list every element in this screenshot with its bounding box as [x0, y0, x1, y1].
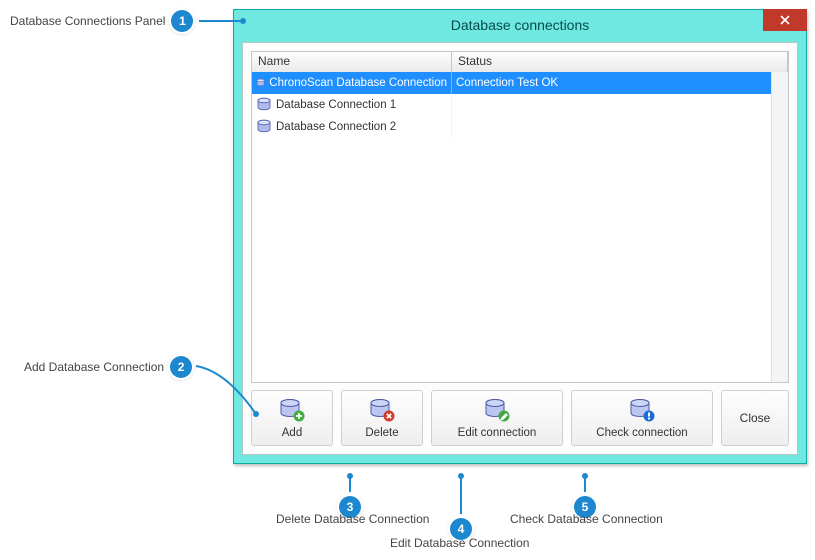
cell-status-text: Connection Test OK [456, 77, 558, 89]
close-button[interactable]: Close [721, 390, 789, 446]
grid-body: ChronoScan Database Connection Connection… [252, 72, 772, 382]
col-status[interactable]: Status [452, 52, 788, 72]
annotation-2-bubble: 2 [170, 356, 192, 378]
add-button[interactable]: Add [251, 390, 333, 446]
col-name[interactable]: Name [252, 52, 452, 72]
cell-name: ChronoScan Database Connection [252, 72, 452, 94]
client-area: Name Status ChronoScan Database Connecti… [242, 42, 798, 455]
toolbar: Add Delete [251, 390, 789, 446]
annotation-3-text: Delete Database Connection [276, 512, 429, 526]
cell-status: Connection Test OK [452, 72, 772, 94]
table-row[interactable]: Database Connection 2 [252, 116, 772, 138]
annotation-3-connector [344, 474, 356, 492]
annotation-4-bubble: 4 [450, 518, 472, 540]
window-title: Database connections [451, 17, 590, 33]
window-close-button[interactable] [763, 9, 807, 31]
cell-name-text: Database Connection 1 [276, 99, 396, 111]
annotation-2-label: Add Database Connection [24, 360, 164, 374]
close-icon [779, 14, 791, 26]
database-icon [256, 97, 272, 113]
cell-name-text: ChronoScan Database Connection [269, 77, 447, 89]
database-icon [256, 119, 272, 135]
table-row[interactable]: Database Connection 1 [252, 94, 772, 116]
db-add-icon [279, 398, 305, 422]
annotation-2: Add Database Connection 2 [24, 356, 192, 378]
cell-status [452, 116, 772, 138]
annotation-4-text: Edit Database Connection [390, 536, 529, 550]
connections-grid: Name Status ChronoScan Database Connecti… [251, 51, 789, 383]
cell-name-text: Database Connection 2 [276, 121, 396, 133]
close-button-label: Close [740, 411, 771, 425]
annotation-3-label: Delete Database Connection [276, 512, 429, 526]
db-check-icon [629, 398, 655, 422]
edit-connection-button[interactable]: Edit connection [431, 390, 563, 446]
delete-button-label: Delete [365, 428, 398, 440]
db-connections-window: Database connections Name Status ChronoS… [233, 9, 807, 464]
annotation-4-connector [455, 474, 467, 514]
check-connection-button[interactable]: Check connection [571, 390, 713, 446]
annotation-3: 3 [339, 474, 361, 518]
annotation-5-bubble: 5 [574, 496, 596, 518]
grid-header: Name Status [252, 52, 788, 73]
database-icon [256, 75, 265, 91]
add-button-label: Add [282, 428, 302, 440]
table-row[interactable]: ChronoScan Database Connection Connection… [252, 72, 772, 94]
cell-name: Database Connection 1 [252, 94, 452, 116]
delete-button[interactable]: Delete [341, 390, 423, 446]
annotation-5-connector [579, 474, 591, 492]
grid-scrollbar[interactable] [771, 72, 788, 382]
cell-status [452, 94, 772, 116]
db-edit-icon [484, 398, 510, 422]
cell-name: Database Connection 2 [252, 116, 452, 138]
check-connection-button-label: Check connection [596, 428, 687, 440]
annotation-4: 4 [450, 474, 472, 540]
db-delete-icon [369, 398, 395, 422]
titlebar: Database connections [234, 10, 806, 40]
annotation-3-bubble: 3 [339, 496, 361, 518]
annotation-1-label: Database Connections Panel [10, 14, 165, 28]
annotation-5-label: Check Database Connection [510, 512, 663, 526]
annotation-4-label: Edit Database Connection [390, 536, 529, 550]
annotation-5-text: Check Database Connection [510, 512, 663, 526]
annotation-1: Database Connections Panel 1 [10, 10, 247, 32]
annotation-1-bubble: 1 [171, 10, 193, 32]
edit-connection-button-label: Edit connection [458, 428, 537, 440]
annotation-5: 5 [574, 474, 596, 518]
